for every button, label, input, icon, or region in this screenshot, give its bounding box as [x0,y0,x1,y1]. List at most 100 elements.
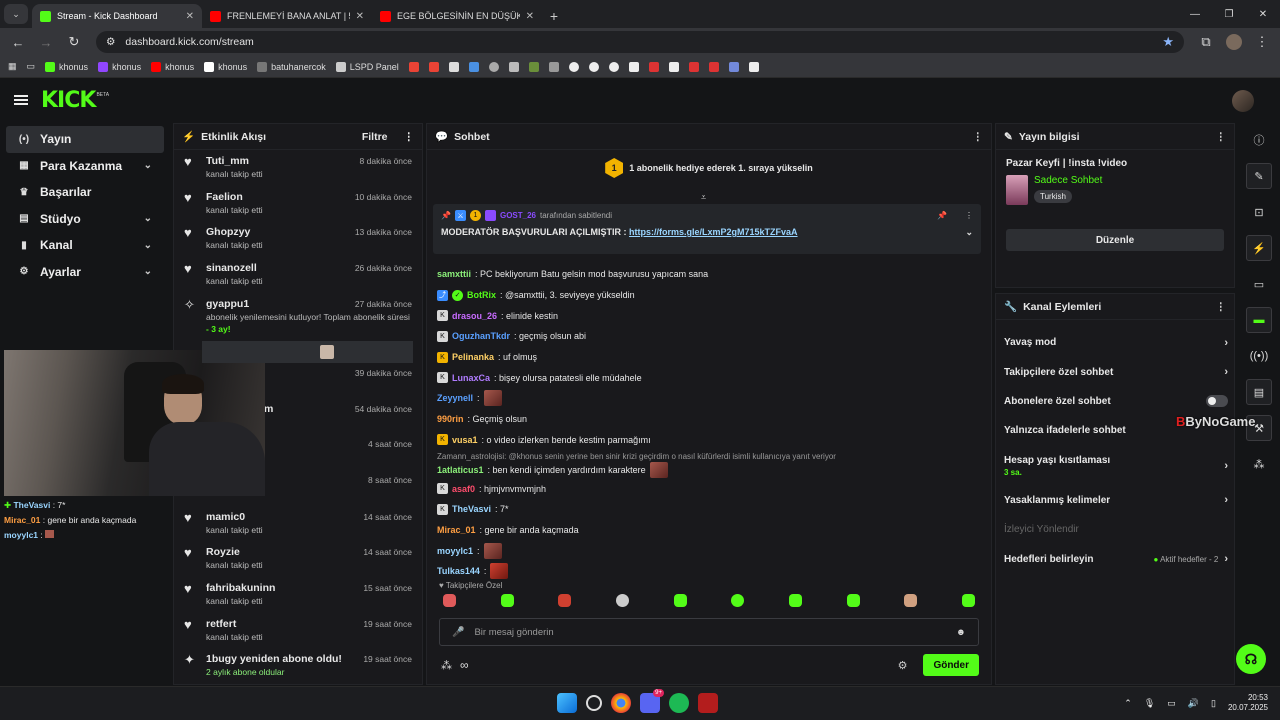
chat-username[interactable]: LunaxCa [452,373,490,383]
bookmark-icon-d[interactable] [508,61,519,72]
new-tab-button[interactable]: + [542,4,566,28]
chat-username[interactable]: 1atlaticus1 [437,465,484,475]
bookmark-star-icon[interactable]: ★ [1162,34,1174,50]
minimize-icon[interactable]: — [1178,0,1212,28]
broadcast-icon[interactable]: ((•)) [1246,343,1272,369]
dots-cluster-icon[interactable]: ⁂ [1246,451,1272,477]
sidebar-item-basarilar[interactable]: ♛ Başarılar [6,179,164,206]
feed-username[interactable]: gyappu1 [206,298,249,310]
emote-icon[interactable] [673,593,687,607]
feed-username[interactable]: fahribakuninn [206,582,275,594]
apps-grid-icon[interactable]: ▦ [8,61,17,72]
chat-settings-icon[interactable]: ⚙ [898,659,908,672]
chat-username[interactable]: drasou_26 [452,311,497,321]
stream-category[interactable]: Sadece Sohbet [1034,175,1102,186]
feed-username[interactable]: Royzie [206,546,240,558]
action-followers-only[interactable]: Takipçilere özel sohbet › [996,357,1234,386]
more-options-icon[interactable]: ⋮ [1216,301,1227,313]
chat-username[interactable]: asaf0 [452,484,475,494]
bookmark-icon-n[interactable] [708,61,719,72]
bookmark-icon-l[interactable] [668,61,679,72]
bookmark-icon-m[interactable] [688,61,699,72]
category-thumbnail[interactable] [1006,175,1028,205]
pencil-icon[interactable]: ✎ [1246,163,1272,189]
subscribers-only-toggle[interactable] [1206,395,1228,408]
bookmark-icon-h[interactable] [588,61,599,72]
sidebar-item-yayin[interactable]: (•) Yayın [6,126,164,153]
feed-username[interactable]: retfert [206,618,236,630]
clock[interactable]: 20:53 20.07.2025 [1228,693,1268,713]
close-tab-icon[interactable]: ✕ [526,11,534,22]
lightning-icon[interactable]: ⚡ [1246,235,1272,261]
site-info-icon[interactable]: ⚙ [106,36,115,48]
battery-icon[interactable]: ▯ [1211,698,1216,709]
network-icon[interactable]: ▭ [1167,698,1176,709]
bookmark-x[interactable]: khonus [204,61,247,72]
close-tab-icon[interactable]: ✕ [186,11,194,22]
bookmark-twitch[interactable]: khonus [98,61,141,72]
profile-avatar[interactable] [1222,30,1246,54]
action-account-age[interactable]: Hesap yaşı kısıtlaması 3 sa. › [996,446,1234,486]
send-button[interactable]: Gönder [923,654,979,676]
bookmark-kick[interactable]: khonus [45,61,88,72]
reload-icon[interactable]: ↻ [62,30,86,54]
edit-stream-info-button[interactable]: Düzenle [1006,229,1224,251]
chat-username[interactable]: Pelinanka [452,352,494,362]
more-options-icon[interactable]: ⋮ [404,131,415,143]
bookmark-youtube[interactable]: khonus [151,61,194,72]
sidebar-item-studyo[interactable]: ▤ Stüdyo ⌄ [6,206,164,233]
bookmark-icon-c[interactable] [488,61,499,72]
extensions-icon[interactable]: ⧉ [1194,30,1218,54]
emoji-picker-icon[interactable]: ☻ [956,627,966,638]
sidebar-item-ayarlar[interactable]: ⚙ Ayarlar ⌄ [6,259,164,286]
bookmark-icon-gmail2[interactable] [428,61,439,72]
emote-image[interactable] [490,563,509,580]
microphone-icon[interactable]: 🎤 [452,627,464,638]
user-avatar[interactable] [1232,90,1254,112]
tab-youtube-1[interactable]: FRENLEMEYİ BANA ANLAT | 55 ✕ [202,4,372,28]
feed-username[interactable]: Ghopzyy [206,226,250,238]
hamburger-menu-icon[interactable] [14,95,28,105]
chat-username[interactable]: OguzhanTkdr [452,331,510,341]
chat-bubble-icon[interactable]: ▬ [1246,307,1272,333]
sidebar-item-para-kazanma[interactable]: ▦ Para Kazanma ⌄ [6,153,164,180]
tab-kick-dashboard[interactable]: Stream - Kick Dashboard ✕ [32,4,202,28]
bookmark-batuhanercok[interactable]: batuhanercok [257,61,326,72]
chat-username[interactable]: TheVasvi [452,504,491,514]
action-slow-mode[interactable]: Yavaş mod › [996,328,1234,357]
points-icon[interactable]: ⁂ [441,659,452,672]
spotify-icon[interactable] [669,693,689,713]
emote-icon[interactable] [500,593,514,607]
more-options-icon[interactable]: ⋮ [965,211,973,220]
emote-icon[interactable] [731,593,745,607]
restore-icon[interactable]: ❐ [1212,0,1246,28]
kick-logo[interactable]: KICK [41,88,96,113]
document-icon[interactable]: ▭ [1246,271,1272,297]
feed-username[interactable]: 1bugy yeniden abone oldu! [206,653,342,665]
close-tab-icon[interactable]: ✕ [356,11,364,22]
emote-icon[interactable] [558,593,572,607]
more-options-icon[interactable]: ⋮ [1216,131,1227,143]
emote-image[interactable] [483,542,502,559]
bookmark-icon-j[interactable] [628,61,639,72]
bookmark-icon-f[interactable] [548,61,559,72]
emote-icon[interactable] [846,593,860,607]
bookmark-icon-gmail[interactable] [408,61,419,72]
feed-username[interactable]: mamic0 [206,511,245,523]
folder-icon[interactable]: ▭ [27,61,36,72]
info-icon[interactable]: ⓘ [1246,127,1272,153]
bookmark-icon-i[interactable] [608,61,619,72]
forward-icon[interactable]: → [34,30,58,54]
app-icon[interactable] [698,693,718,713]
bookmark-icon-k[interactable] [648,61,659,72]
bookmark-icon-b[interactable] [468,61,479,72]
pinned-link[interactable]: https://forms.gle/LxmP2gM715kTZFvaA [629,227,798,237]
discord-icon[interactable]: 9+ [640,689,664,713]
reply-context[interactable]: Zamann_astrolojisi: @khonus senin yerine… [437,450,981,462]
tab-youtube-2[interactable]: EGE BÖLGESİNİN EN DÜŞÜK P ✕ [372,4,542,28]
feed-username[interactable]: m [264,403,273,415]
emote-icon[interactable] [904,593,918,607]
chat-message-input[interactable]: 🎤 Bir mesaj gönderin ☻ [439,618,979,646]
bookmark-lspd[interactable]: LSPD Panel [335,61,399,72]
search-icon[interactable] [586,695,602,711]
